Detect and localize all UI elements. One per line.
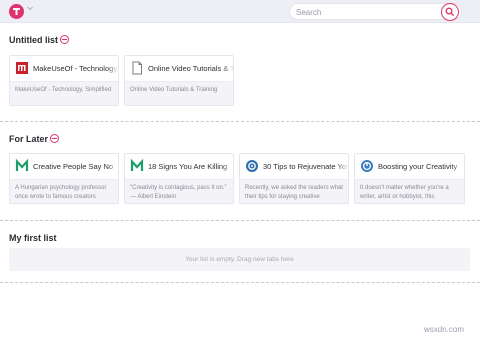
tab-card[interactable]: Boosting your Creativity It doesn't matt… [354,153,465,204]
search-icon [445,7,455,17]
section-divider [0,121,480,122]
card-description: "Creativity is contagious, pass it on." … [130,185,227,200]
card-title: Online Video Tutorials & Training [148,64,233,73]
search-button[interactable] [441,3,459,21]
watermark: wsxdn.com [424,325,465,334]
tab-card[interactable]: Online Video Tutorials & Training Online… [124,55,234,106]
card-header: 18 Signs You Are Killing [125,154,233,180]
search-input[interactable] [296,6,436,18]
section-divider [0,282,480,283]
card-title: Boosting your Creativity [378,162,464,171]
card-header: Boosting your Creativity [355,154,464,180]
card-header: 30 Tips to Rejuvenate Your [240,154,348,180]
tips-icon [246,160,258,172]
card-description: Online Video Tutorials & Training [130,87,218,93]
drop-zone[interactable]: Your list is empty. Drag new tabs here [9,248,470,271]
card-description: It doesn't matter whether you're a write… [360,185,449,200]
card-title: Creative People Say No [33,162,118,171]
card-description: MakeUseOf - Technology, Simplified [15,87,112,93]
top-bar [0,0,480,23]
card-header: Online Video Tutorials & Training [125,56,233,82]
collapse-icon[interactable] [50,134,59,143]
section-title[interactable]: My first list [9,233,57,243]
medium-icon [15,159,29,171]
section-divider [0,220,480,221]
document-icon [132,61,142,75]
tab-card[interactable]: MakeUseOf - Technology, Simplified MakeU… [9,55,119,106]
card-header: Creative People Say No [10,154,118,180]
empty-list-message: Your list is empty. Drag new tabs here [185,256,294,263]
card-title: MakeUseOf - Technology, Simplified [33,64,119,73]
card-title: 18 Signs You Are Killing [148,162,233,171]
tab-card[interactable]: Creative People Say No A Hungarian psych… [9,153,119,204]
app-logo-icon [13,8,20,15]
collapse-icon[interactable] [60,35,69,44]
search-box [289,3,462,20]
card-description: Recently, we asked the readers what thei… [245,185,343,200]
tab-card[interactable]: 30 Tips to Rejuvenate Your Recently, we … [239,153,349,204]
medium-icon [130,159,144,171]
card-title: 30 Tips to Rejuvenate Your [263,162,349,171]
creativity-icon [361,160,373,172]
card-description: A Hungarian psychology professor once wr… [15,185,107,200]
makeuseof-icon [16,62,28,74]
section-title[interactable]: Untitled list [9,35,58,45]
tab-card[interactable]: 18 Signs You Are Killing "Creativity is … [124,153,234,204]
chevron-down-icon[interactable] [27,6,33,11]
section-title[interactable]: For Later [9,134,48,144]
app-logo-button[interactable] [9,4,24,19]
card-header: MakeUseOf - Technology, Simplified [10,56,118,82]
